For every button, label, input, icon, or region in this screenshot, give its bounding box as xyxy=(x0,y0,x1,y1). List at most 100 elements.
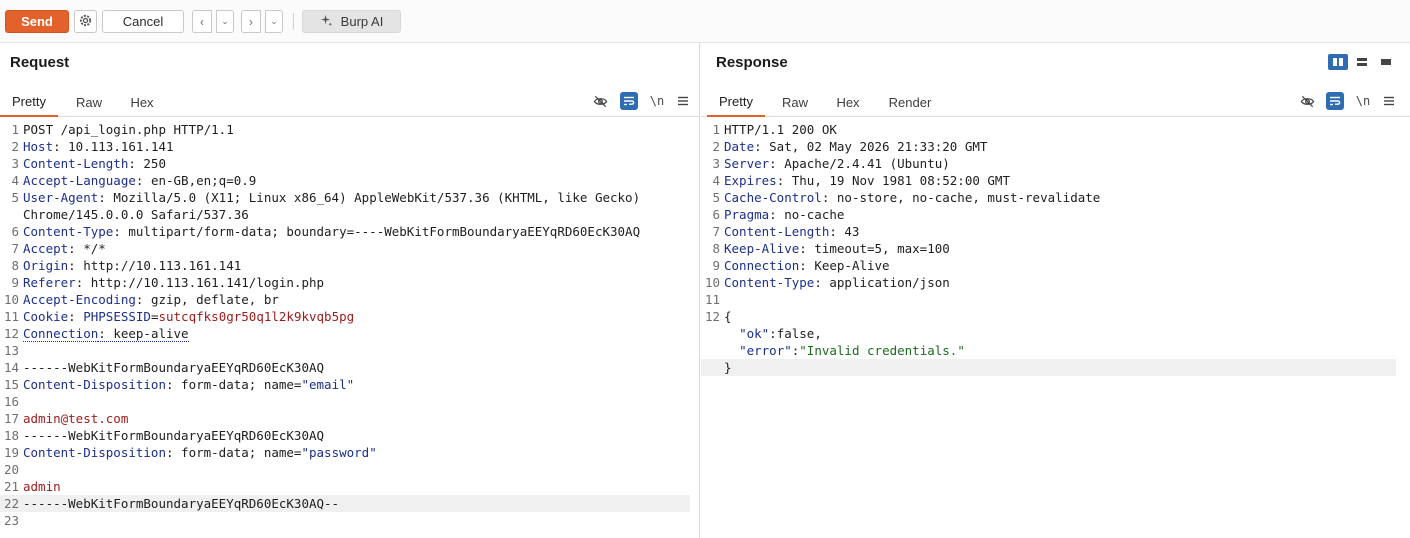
code-line: 2 Date: Sat, 02 May 2026 21:33:20 GMT xyxy=(701,138,1396,155)
code-token: : 250 xyxy=(128,156,166,171)
top-bottom-layout-button[interactable] xyxy=(1352,54,1372,70)
code-token: admin@test.com xyxy=(23,411,129,426)
code-token: : multipart/form-data; boundary=----WebK… xyxy=(113,224,641,239)
response-tab-pretty[interactable]: Pretty xyxy=(707,87,765,117)
code-line: 17 admin@test.com xyxy=(0,410,690,427)
line-number: 4 xyxy=(712,173,720,188)
code-line: 2 Host: 10.113.161.141 xyxy=(0,138,690,155)
code-text: Server: Apache/2.4.41 (Ubuntu) xyxy=(724,155,950,172)
code-token: ------WebKitFormBoundaryaEEYqRD60EcK30AQ xyxy=(23,360,325,375)
code-token: "ok" xyxy=(739,326,770,341)
code-line: 9 Connection: Keep-Alive xyxy=(701,257,1396,274)
code-line: 1 POST /api_login.php HTTP/1.1 xyxy=(0,121,690,138)
word-wrap-icon[interactable] xyxy=(1326,92,1344,110)
code-text: "ok":false, xyxy=(724,325,822,342)
line-number: 11 xyxy=(3,309,19,324)
line-number: 3 xyxy=(11,156,19,171)
code-token: Expires xyxy=(724,173,777,188)
line-number: 22 xyxy=(3,496,19,511)
burp-ai-button[interactable]: Burp AI xyxy=(302,10,401,33)
code-token: "password" xyxy=(301,445,377,460)
code-line: 15 Content-Disposition: form-data; name="… xyxy=(0,376,690,393)
response-tab-hex[interactable]: Hex xyxy=(825,87,871,117)
code-token: : */* xyxy=(68,241,106,256)
code-token: POST /api_login.php HTTP/1.1 xyxy=(23,122,234,137)
forward-history-dropdown[interactable]: ⌄ xyxy=(265,10,283,33)
code-line: 8 Origin: http://10.113.161.141 xyxy=(0,257,690,274)
show-newlines-toggle[interactable]: \n xyxy=(1354,92,1372,110)
chevron-down-icon: ⌄ xyxy=(270,16,278,26)
code-line: 4 Accept-Language: en-GB,en;q=0.9 xyxy=(0,172,690,189)
code-token: Accept-Language xyxy=(23,173,136,188)
hamburger-menu-icon[interactable] xyxy=(674,92,692,110)
code-line: 14 ------WebKitFormBoundaryaEEYqRD60EcK30… xyxy=(0,359,690,376)
code-token: ------WebKitFormBoundaryaEEYqRD60EcK30AQ… xyxy=(23,496,340,511)
code-line: 4 Expires: Thu, 19 Nov 1981 08:52:00 GMT xyxy=(701,172,1396,189)
request-panel: Request Pretty Raw Hex \n 1 POST /api_log… xyxy=(0,43,700,538)
code-token: : application/json xyxy=(814,275,950,290)
response-editor[interactable]: 1 HTTP/1.1 200 OK 2 Date: Sat, 02 May 2026 … xyxy=(701,121,1396,538)
response-tab-raw[interactable]: Raw xyxy=(771,87,819,117)
line-number: 10 xyxy=(704,275,720,290)
line-number: 19 xyxy=(3,445,19,460)
line-number: 6 xyxy=(712,207,720,222)
line-number: 10 xyxy=(3,292,19,307)
hide-non-printable-icon[interactable] xyxy=(591,92,609,110)
line-number: 11 xyxy=(704,292,720,307)
code-token: : no-cache xyxy=(769,207,845,222)
line-number: 2 xyxy=(712,139,720,154)
line-number: 8 xyxy=(712,241,720,256)
side-by-side-layout-button[interactable] xyxy=(1328,54,1348,70)
code-text: Host: 10.113.161.141 xyxy=(23,138,174,155)
line-number: 14 xyxy=(3,360,19,375)
forward-button[interactable]: › xyxy=(241,10,261,33)
request-editor[interactable]: 1 POST /api_login.php HTTP/1.1 2 Host: 10.1… xyxy=(0,121,690,538)
code-token: "error" xyxy=(739,343,792,358)
back-button[interactable]: ‹ xyxy=(192,10,212,33)
cancel-button[interactable]: Cancel xyxy=(102,10,184,33)
settings-button[interactable] xyxy=(74,10,97,33)
request-tab-hex[interactable]: Hex xyxy=(118,87,166,117)
code-token: { xyxy=(724,309,732,324)
line-number: 2 xyxy=(11,139,19,154)
code-token: : http://10.113.161.141/login.php xyxy=(75,275,325,290)
hide-non-printable-icon[interactable] xyxy=(1298,92,1316,110)
line-number: 17 xyxy=(3,411,19,426)
hamburger-menu-icon[interactable] xyxy=(1380,92,1398,110)
response-tab-render[interactable]: Render xyxy=(879,87,941,117)
code-text: Referer: http://10.113.161.141/login.php xyxy=(23,274,324,291)
code-token: User-Agent xyxy=(23,190,99,205)
back-history-dropdown[interactable]: ⌄ xyxy=(216,10,234,33)
line-number: 12 xyxy=(704,309,720,324)
code-token: Content-Length xyxy=(724,224,830,239)
line-number: 9 xyxy=(11,275,19,290)
gear-icon xyxy=(78,13,93,31)
code-token: : Apache/2.4.41 (Ubuntu) xyxy=(769,156,950,171)
layout-switcher xyxy=(1328,54,1396,70)
chevron-right-icon: › xyxy=(249,14,253,29)
code-text: Chrome/145.0.0.0 Safari/537.36 xyxy=(23,206,249,223)
request-title: Request xyxy=(10,54,70,71)
request-tab-pretty[interactable]: Pretty xyxy=(0,87,58,117)
show-newlines-toggle[interactable]: \n xyxy=(648,92,666,110)
code-token: Host xyxy=(23,139,54,154)
code-token: : Sat, 02 May 2026 21:33:20 GMT xyxy=(754,139,988,154)
code-token: Content-Disposition xyxy=(23,445,166,460)
send-button[interactable]: Send xyxy=(5,10,69,33)
code-text: Accept: */* xyxy=(23,240,106,257)
response-panel: Response Pretty Raw Hex Render \n 1 HTTP/… xyxy=(701,43,1410,538)
code-text: Accept-Encoding: gzip, deflate, br xyxy=(23,291,279,308)
code-text: ------WebKitFormBoundaryaEEYqRD60EcK30AQ xyxy=(23,427,324,444)
code-text: admin xyxy=(23,478,61,495)
code-token: Chrome/145.0.0.0 Safari/537.36 xyxy=(23,207,249,222)
code-line: 18 ------WebKitFormBoundaryaEEYqRD60EcK30… xyxy=(0,427,690,444)
code-text: Content-Length: 43 xyxy=(724,223,859,240)
word-wrap-icon[interactable] xyxy=(620,92,638,110)
line-number: 8 xyxy=(11,258,19,273)
code-line: 21 admin xyxy=(0,478,690,495)
tabbed-layout-button[interactable] xyxy=(1376,54,1396,70)
code-token: Content-Length xyxy=(23,156,129,171)
request-tab-raw[interactable]: Raw xyxy=(64,87,114,117)
line-number: 7 xyxy=(712,224,720,239)
code-line: 7 Accept: */* xyxy=(0,240,690,257)
